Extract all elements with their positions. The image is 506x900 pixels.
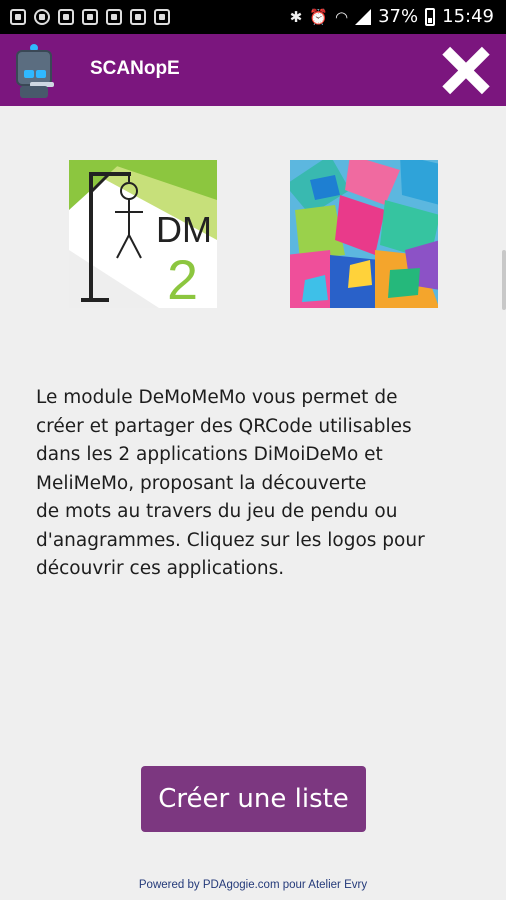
melimemo-logo-button[interactable] (290, 160, 438, 308)
robot-logo-icon (10, 44, 58, 98)
module-description: Le module DeMoMeMo vous permet de créer … (36, 384, 476, 584)
signal-icon (355, 8, 372, 25)
gallery-icon (10, 9, 26, 25)
info-icon (34, 9, 50, 25)
wifi-icon: ◠ (335, 7, 349, 26)
camera-icon (130, 9, 146, 25)
notification-icons (10, 9, 170, 25)
description-line: MeliMeMo, proposant la découverte (36, 472, 367, 494)
camera-icon (154, 9, 170, 25)
status-bar: ✱ ⏰ ◠ 37% 15:49 (0, 0, 506, 34)
create-list-button[interactable]: Créer une liste (141, 766, 366, 832)
hangman-logo-icon: DM 2 (69, 160, 217, 308)
bluetooth-icon: ✱ (289, 7, 303, 26)
close-button[interactable] (436, 40, 496, 100)
description-line: Le module DeMoMeMo vous permet de (36, 387, 398, 408)
description-line: découvrir ces applications. (36, 558, 285, 579)
description-line: d'anagrammes. Cliquez sur les logos pour (36, 529, 425, 551)
camera-icon (58, 9, 74, 25)
app-bar: SCANopE (0, 34, 506, 106)
app-title: SCANopE (90, 58, 180, 79)
clock: 15:49 (442, 6, 494, 27)
dimoidemo-logo-button[interactable]: DM 2 (69, 160, 217, 308)
logo-dm-text: DM (156, 209, 212, 250)
battery-percent: 37% (378, 6, 419, 27)
description-line: dans les 2 applications DiMoiDeMo et (36, 444, 383, 465)
scroll-indicator (502, 250, 506, 310)
footer-credit[interactable]: Powered by PDAgogie.com pour Atelier Evr… (0, 879, 506, 891)
battery-icon (425, 7, 436, 26)
description-line: créer et partager des QRCode utilisables (36, 415, 412, 437)
alarm-icon: ⏰ (309, 7, 329, 26)
description-line: de mots au travers du jeu de pendu ou (36, 501, 398, 522)
camera-icon (106, 9, 122, 25)
logo-dm-number: 2 (167, 248, 198, 308)
letters-logo-icon (290, 160, 438, 308)
photo-icon (82, 9, 98, 25)
